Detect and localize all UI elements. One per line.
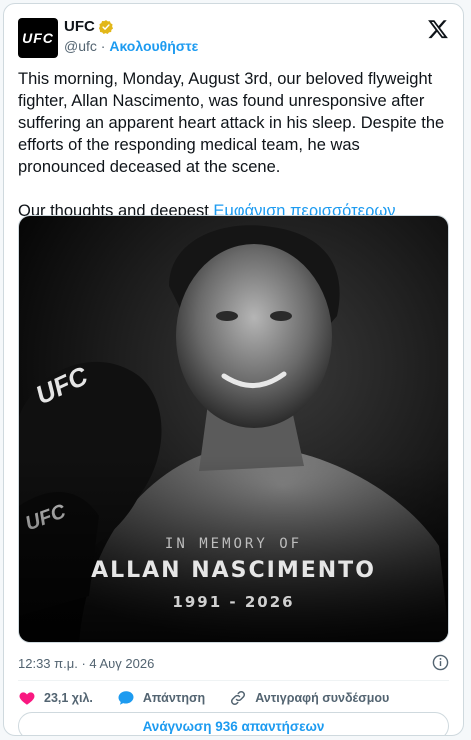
copy-link-label: Αντιγραφή συνδέσμου (255, 691, 390, 705)
copy-link-button[interactable]: Αντιγραφή συνδέσμου (229, 689, 389, 707)
reply-icon (118, 691, 134, 705)
tweet-image[interactable]: UFC UFC IN MEMORY OF ALLAN NASCIMENTO 19… (18, 215, 449, 643)
reply-button[interactable]: Απάντηση (117, 689, 205, 707)
tweet-text: This morning, Monday, August 3rd, our be… (18, 68, 450, 222)
tweet-paragraph-1: This morning, Monday, August 3rd, our be… (18, 70, 445, 176)
memorial-caption-name: ALLAN NASCIMENTO (91, 558, 376, 583)
author-name[interactable]: UFC (64, 18, 95, 35)
follow-button[interactable]: Ακολουθήστε (109, 38, 198, 54)
divider (18, 680, 449, 681)
author-handle[interactable]: @ufc (64, 38, 97, 54)
memorial-caption-line1: IN MEMORY OF (164, 536, 303, 552)
read-replies-button[interactable]: Ανάγνωση 936 απαντήσεων (18, 712, 449, 735)
heart-icon (19, 692, 35, 705)
avatar-logo: UFC (22, 30, 54, 46)
verified-badge-icon (98, 19, 113, 34)
x-logo-icon[interactable] (427, 18, 449, 40)
like-button[interactable]: 23,1 χιλ. (18, 689, 93, 707)
tweet-actions: 23,1 χιλ. Απάντηση Αντιγραφή συνδέσμου (18, 686, 389, 710)
user-info: UFC @ufc · Ακολουθήστε (64, 18, 198, 54)
separator: · (100, 38, 106, 54)
link-icon (231, 690, 246, 706)
tweet-timestamp[interactable]: 12:33 π.μ. · 4 Αυγ 2026 (18, 656, 154, 671)
tweet-header: UFC UFC @ufc · Ακολουθήστε (18, 16, 449, 60)
info-icon[interactable] (432, 654, 449, 671)
like-count: 23,1 χιλ. (44, 691, 93, 705)
avatar[interactable]: UFC (18, 18, 58, 58)
reply-label: Απάντηση (142, 691, 206, 705)
memorial-caption-years: 1991 - 2026 (172, 593, 295, 611)
tweet-card: UFC UFC @ufc · Ακολουθήστε This morning,… (3, 3, 464, 736)
